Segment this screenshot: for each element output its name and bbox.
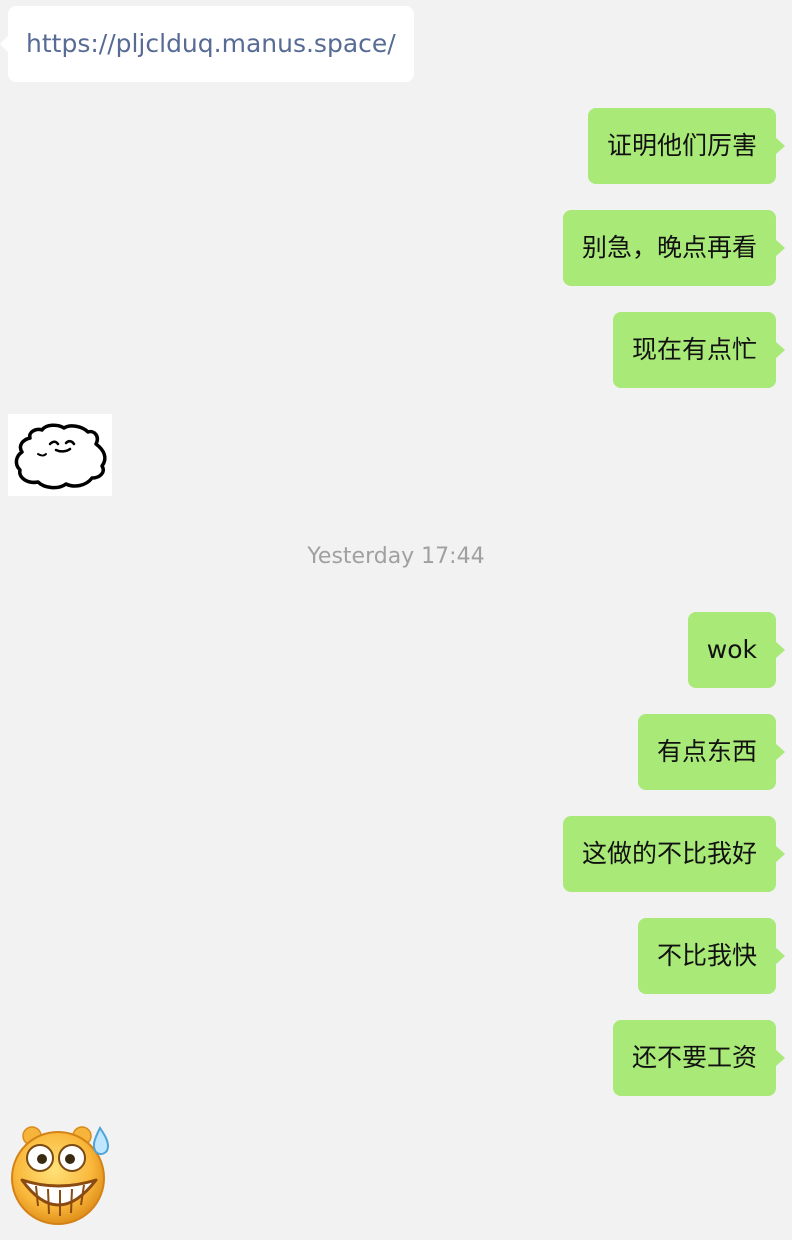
message-text: 有点东西 [656,737,757,766]
outgoing-message-bubble[interactable]: 还不要工资 [612,1020,786,1096]
blob-sticker-icon[interactable] [8,414,112,496]
message-text: 证明他们厉害 [606,131,757,160]
grin-sweat-emoji-icon[interactable] [8,1122,112,1226]
message-text: 这做的不比我好 [581,839,757,868]
outgoing-message-bubble[interactable]: 有点东西 [637,714,786,790]
outgoing-message-bubble[interactable]: wok [687,612,786,688]
link-text[interactable]: https://pljclduq.manus.space/ [26,29,396,58]
message-text: 不比我快 [656,941,757,970]
message-text: 还不要工资 [631,1043,757,1072]
message-text: 现在有点忙 [631,335,757,364]
outgoing-message-bubble[interactable]: 证明他们厉害 [587,108,786,184]
outgoing-message-bubble[interactable]: 别急，晚点再看 [562,210,786,286]
outgoing-message-bubble[interactable]: 现在有点忙 [612,312,786,388]
message-text: 别急，晚点再看 [581,233,757,262]
message-text: wok [706,635,757,664]
chat-timestamp: Yesterday 17:44 [307,544,485,569]
outgoing-message-bubble[interactable]: 这做的不比我好 [562,816,786,892]
incoming-link-bubble[interactable]: https://pljclduq.manus.space/ [0,6,414,82]
outgoing-message-bubble[interactable]: 不比我快 [637,918,786,994]
